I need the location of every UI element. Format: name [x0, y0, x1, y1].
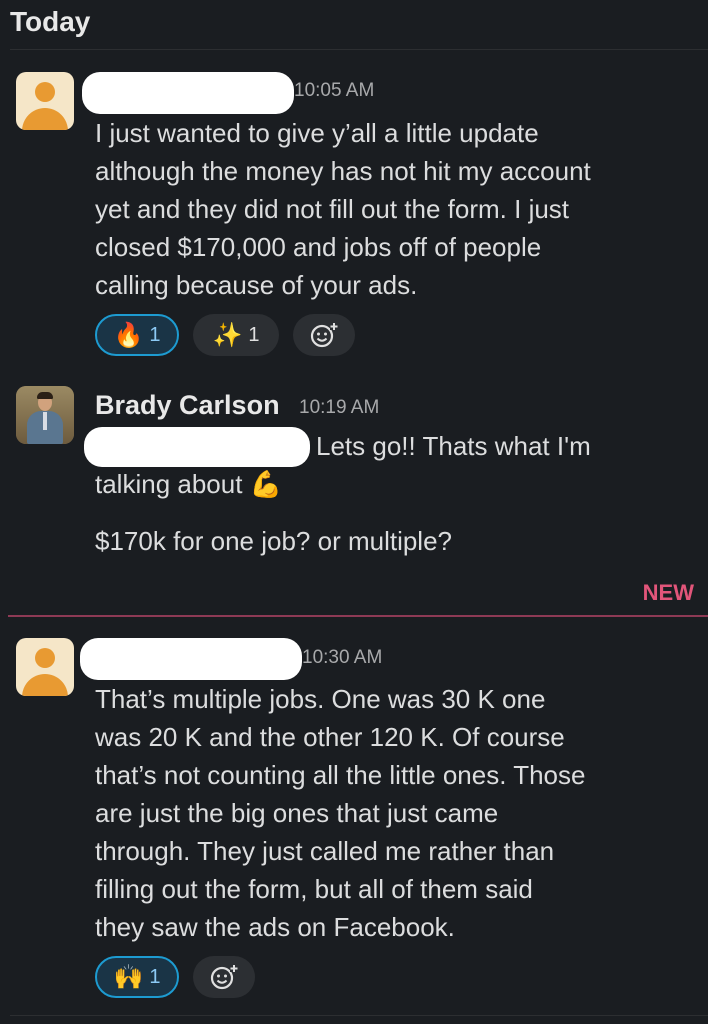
text-line: closed $170,000 and jobs off of people [95, 232, 542, 262]
message-timestamp[interactable]: 10:30 AM [302, 647, 382, 669]
text-line: calling because of your ads. [95, 270, 418, 300]
flexed-biceps-icon: 💪 [249, 469, 283, 499]
reaction-bar: 🙌 1 [95, 956, 255, 998]
add-reaction-button[interactable] [193, 956, 255, 998]
add-emoji-icon [310, 322, 338, 348]
text-line: they saw the ads on Facebook. [95, 912, 455, 942]
text-line: That’s multiple jobs. One was 30 K one [95, 684, 546, 714]
text-line: through. They just called me rather than [95, 836, 555, 866]
text-line: I just wanted to give y’all a little upd… [95, 118, 539, 148]
add-reaction-button[interactable] [293, 314, 355, 356]
message-text: Lets go!! Thats what I'm [316, 427, 696, 465]
add-emoji-icon [210, 964, 238, 990]
text-line: that’s not counting all the little ones.… [95, 760, 586, 790]
text-line: talking about [95, 469, 243, 499]
reaction-count: 1 [149, 965, 161, 988]
reaction-count: 1 [248, 323, 260, 346]
text-line: was 20 K and the other 120 K. Of course [95, 722, 565, 752]
reaction-raising-hands[interactable]: 🙌 1 [95, 956, 179, 998]
divider [10, 49, 708, 50]
divider [10, 1015, 708, 1016]
redacted-sender-name [82, 72, 294, 114]
reaction-fire[interactable]: 🔥 1 [95, 314, 179, 356]
new-messages-divider [8, 615, 708, 617]
message-text: That’s multiple jobs. One was 30 K one w… [95, 680, 695, 946]
raising-hands-icon: 🙌 [113, 963, 144, 991]
new-messages-label: NEW [642, 580, 694, 605]
avatar[interactable] [16, 386, 74, 444]
reaction-count: 1 [149, 323, 161, 346]
text-line: Lets go!! Thats what I'm [316, 431, 591, 461]
text-line: are just the big ones that just came [95, 798, 499, 828]
reaction-sparkles[interactable]: ✨ 1 [193, 314, 279, 356]
sender-name[interactable]: Brady Carlson [95, 390, 280, 421]
avatar[interactable] [16, 638, 74, 696]
text-line: although the money has not hit my accoun… [95, 156, 591, 186]
avatar[interactable] [16, 72, 74, 130]
text-line: filling out the form, but all of them sa… [95, 874, 533, 904]
day-header: Today [10, 6, 91, 37]
sparkles-icon: ✨ [212, 321, 243, 349]
text-line: yet and they did not fill out the form. … [95, 194, 570, 224]
message-text: talking about 💪 [95, 465, 695, 503]
reaction-bar: 🔥 1 ✨ 1 [95, 314, 355, 356]
message-timestamp[interactable]: 10:19 AM [299, 397, 379, 419]
fire-icon: 🔥 [113, 321, 144, 349]
message-text: I just wanted to give y’all a little upd… [95, 114, 695, 304]
redacted-mention [84, 427, 310, 467]
message-timestamp[interactable]: 10:05 AM [294, 80, 374, 102]
message-text: $170k for one job? or multiple? [95, 526, 453, 556]
redacted-sender-name [80, 638, 302, 680]
